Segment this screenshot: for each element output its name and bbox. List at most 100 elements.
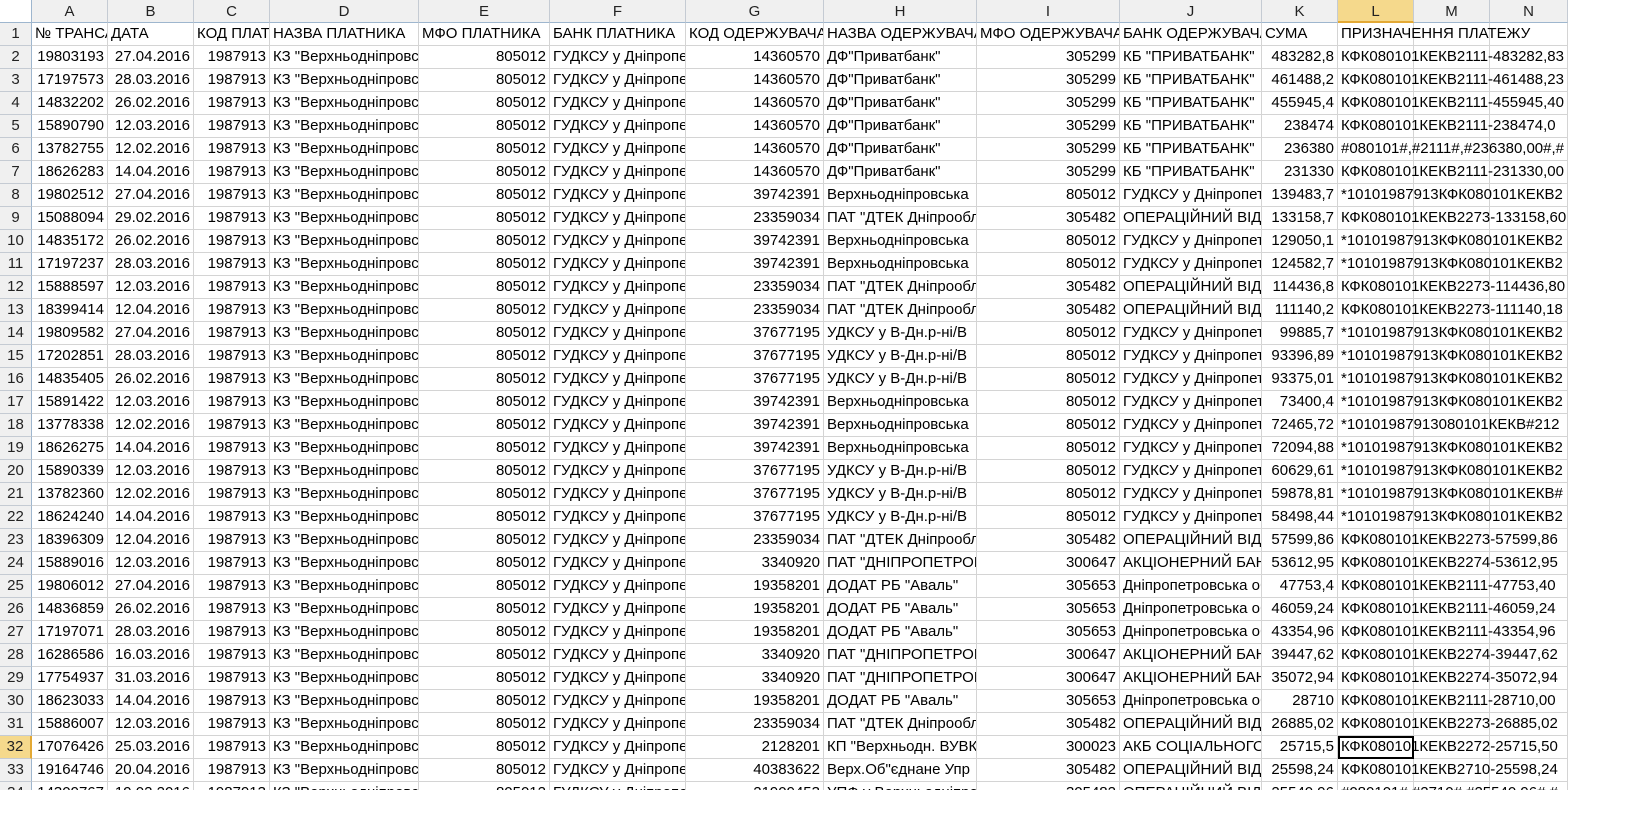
cell-a1[interactable]: № ТРАНСАКЦІЇ (32, 23, 108, 46)
cell-f21[interactable]: ГУДКСУ у Дніпропетровській (550, 483, 686, 506)
cell-h17[interactable]: Верхньодніпровська (824, 391, 977, 414)
select-all-corner[interactable] (0, 0, 32, 23)
cell-e32[interactable]: 805012 (419, 736, 550, 759)
cell-g24[interactable]: 3340920 (686, 552, 824, 575)
cell-j20[interactable]: ГУДКСУ у Дніпропетровській (1120, 460, 1262, 483)
cell-h26[interactable]: ДОДАТ РБ "Аваль" (824, 598, 977, 621)
cell-k28[interactable]: 39447,62 (1262, 644, 1338, 667)
cell-a24[interactable]: 15889016 (32, 552, 108, 575)
cell-i34[interactable]: 305482 (977, 782, 1120, 790)
cell-e3[interactable]: 805012 (419, 69, 550, 92)
cell-e8[interactable]: 805012 (419, 184, 550, 207)
cell-b7[interactable]: 14.04.2016 (108, 161, 194, 184)
cell-l7[interactable]: КФК080101КЕКВ2111-231330,00 (1338, 161, 1564, 184)
cell-l26[interactable]: КФК080101КЕКВ2111-46059,24 (1338, 598, 1556, 621)
cell-e1[interactable]: МФО ПЛАТНИКА (419, 23, 550, 46)
cell-e34[interactable]: 805012 (419, 782, 550, 790)
row-header-8[interactable]: 8 (0, 184, 32, 207)
cell-l21[interactable]: *10101987913КФК080101КЕКВ# (1338, 483, 1563, 506)
cell-j24[interactable]: АКЦІОНЕРНИЙ БАНК (1120, 552, 1262, 575)
cell-g14[interactable]: 37677195 (686, 322, 824, 345)
cell-k18[interactable]: 72465,72 (1262, 414, 1338, 437)
cell-f4[interactable]: ГУДКСУ у Дніпропетровській (550, 92, 686, 115)
row-header-19[interactable]: 19 (0, 437, 32, 460)
cell-h21[interactable]: УДКСУ у В-Дн.р-ні/В (824, 483, 977, 506)
cell-e18[interactable]: 805012 (419, 414, 550, 437)
cell-f2[interactable]: ГУДКСУ у Дніпропетровській (550, 46, 686, 69)
cell-i30[interactable]: 305653 (977, 690, 1120, 713)
cell-k19[interactable]: 72094,88 (1262, 437, 1338, 460)
cell-l5[interactable]: КФК080101КЕКВ2111-238474,0 (1338, 115, 1556, 138)
cell-h32[interactable]: КП "Верхньодн. ВУВКГ" (824, 736, 977, 759)
cell-c1[interactable]: КОД ПЛАТНИКА (194, 23, 270, 46)
cell-h31[interactable]: ПАТ "ДТЕК Дніпрообленерго" (824, 713, 977, 736)
cell-i6[interactable]: 305299 (977, 138, 1120, 161)
cell-c24[interactable]: 1987913 (194, 552, 270, 575)
cell-g21[interactable]: 37677195 (686, 483, 824, 506)
cell-b31[interactable]: 12.03.2016 (108, 713, 194, 736)
cell-k34[interactable]: 25540,96 (1262, 782, 1338, 790)
column-header-d[interactable]: D (270, 0, 419, 23)
row-header-4[interactable]: 4 (0, 92, 32, 115)
cell-h6[interactable]: ДФ"Приватбанк" (824, 138, 977, 161)
cell-d30[interactable]: КЗ "Верхньодніпровська (270, 690, 419, 713)
cell-b6[interactable]: 12.02.2016 (108, 138, 194, 161)
cell-c15[interactable]: 1987913 (194, 345, 270, 368)
cell-f32[interactable]: ГУДКСУ у Дніпропетровській (550, 736, 686, 759)
cell-h1[interactable]: НАЗВА ОДЕРЖУВАЧА (824, 23, 977, 46)
cell-l28[interactable]: КФК080101КЕКВ2274-39447,62 (1338, 644, 1558, 667)
cell-b19[interactable]: 14.04.2016 (108, 437, 194, 460)
cell-d7[interactable]: КЗ "Верхньодніпровська (270, 161, 419, 184)
row-header-31[interactable]: 31 (0, 713, 32, 736)
cell-c19[interactable]: 1987913 (194, 437, 270, 460)
cell-f8[interactable]: ГУДКСУ у Дніпропетровській (550, 184, 686, 207)
cell-i24[interactable]: 300647 (977, 552, 1120, 575)
cell-l20[interactable]: *10101987913КФК080101КЕКВ2 (1338, 460, 1563, 483)
cell-g30[interactable]: 19358201 (686, 690, 824, 713)
cell-c22[interactable]: 1987913 (194, 506, 270, 529)
cell-k21[interactable]: 59878,81 (1262, 483, 1338, 506)
cell-k2[interactable]: 483282,8 (1262, 46, 1338, 69)
cell-a29[interactable]: 17754937 (32, 667, 108, 690)
cell-b4[interactable]: 26.02.2016 (108, 92, 194, 115)
cell-d29[interactable]: КЗ "Верхньодніпровська (270, 667, 419, 690)
cell-k24[interactable]: 53612,95 (1262, 552, 1338, 575)
cell-b33[interactable]: 20.04.2016 (108, 759, 194, 782)
column-header-g[interactable]: G (686, 0, 824, 23)
cell-c17[interactable]: 1987913 (194, 391, 270, 414)
cell-g4[interactable]: 14360570 (686, 92, 824, 115)
cell-e30[interactable]: 805012 (419, 690, 550, 713)
cell-g27[interactable]: 19358201 (686, 621, 824, 644)
cell-k20[interactable]: 60629,61 (1262, 460, 1338, 483)
cell-c9[interactable]: 1987913 (194, 207, 270, 230)
cell-f31[interactable]: ГУДКСУ у Дніпропетровській (550, 713, 686, 736)
row-header-23[interactable]: 23 (0, 529, 32, 552)
column-header-m[interactable]: M (1414, 0, 1490, 23)
cell-i22[interactable]: 805012 (977, 506, 1120, 529)
cell-d6[interactable]: КЗ "Верхньодніпровська (270, 138, 419, 161)
cell-f26[interactable]: ГУДКСУ у Дніпропетровській (550, 598, 686, 621)
row-header-26[interactable]: 26 (0, 598, 32, 621)
cell-c26[interactable]: 1987913 (194, 598, 270, 621)
cell-g20[interactable]: 37677195 (686, 460, 824, 483)
cell-j9[interactable]: ОПЕРАЦІЙНИЙ ВІДДІЛ (1120, 207, 1262, 230)
cell-b2[interactable]: 27.04.2016 (108, 46, 194, 69)
cell-i27[interactable]: 305653 (977, 621, 1120, 644)
cell-k17[interactable]: 73400,4 (1262, 391, 1338, 414)
cell-c18[interactable]: 1987913 (194, 414, 270, 437)
cell-c21[interactable]: 1987913 (194, 483, 270, 506)
cell-b18[interactable]: 12.02.2016 (108, 414, 194, 437)
row-header-9[interactable]: 9 (0, 207, 32, 230)
cell-g19[interactable]: 39742391 (686, 437, 824, 460)
cell-k30[interactable]: 28710 (1262, 690, 1338, 713)
cell-j14[interactable]: ГУДКСУ у Дніпропетровській (1120, 322, 1262, 345)
cell-j29[interactable]: АКЦІОНЕРНИЙ БАНК (1120, 667, 1262, 690)
cell-f15[interactable]: ГУДКСУ у Дніпропетровській (550, 345, 686, 368)
cell-f30[interactable]: ГУДКСУ у Дніпропетровській (550, 690, 686, 713)
cell-j33[interactable]: ОПЕРАЦІЙНИЙ ВІДДІЛ (1120, 759, 1262, 782)
cell-g6[interactable]: 14360570 (686, 138, 824, 161)
cell-c34[interactable]: 1987913 (194, 782, 270, 790)
cell-d25[interactable]: КЗ "Верхньодніпровська (270, 575, 419, 598)
cell-d5[interactable]: КЗ "Верхньодніпровська (270, 115, 419, 138)
cell-d11[interactable]: КЗ "Верхньодніпровська (270, 253, 419, 276)
